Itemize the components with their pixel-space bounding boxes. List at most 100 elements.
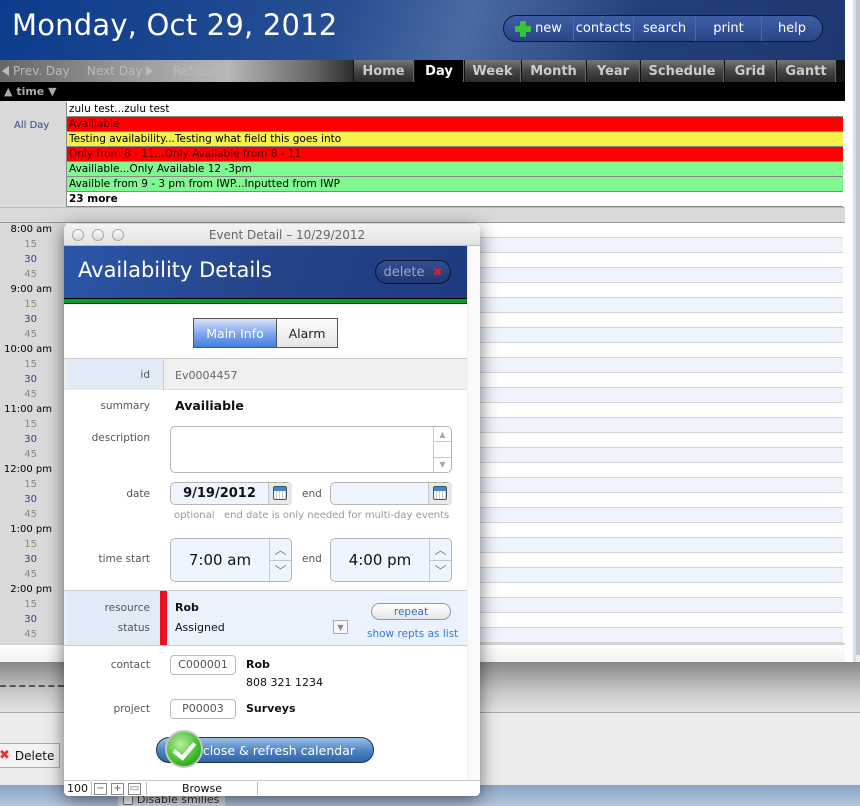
tab-grid[interactable]: Grid [724,60,776,82]
time-slot-label: 30 [24,614,37,625]
header-accent-bar [64,298,467,304]
chevron-up-icon[interactable]: ︿ [430,539,451,561]
end-date-picker-button[interactable] [428,483,452,504]
left-arrow-icon [2,66,9,76]
contact-name: Rob [246,658,270,671]
time-start-stepper[interactable]: ︿ ﹀ [269,539,291,581]
search-button[interactable]: search [634,16,696,41]
resource-label: resource [104,602,150,614]
time-slot-label: 45 [24,329,37,340]
sort-down-icon[interactable]: ▼ [48,85,56,98]
allday-event[interactable]: Availiable [66,117,843,132]
page-title: Monday, Oct 29, 2012 [12,8,338,42]
show-repts-link[interactable]: show repts as list [367,628,458,640]
time-slot-label: 2:00 pm [10,584,52,595]
time-slot-label: 45 [24,629,37,640]
dialog-titlebar[interactable]: Event Detail – 10/29/2012 [64,224,480,246]
project-id-field[interactable]: P00003 [170,699,236,719]
help-button[interactable]: help [762,16,822,41]
time-end-stepper[interactable]: ︿ ﹀ [429,539,451,581]
end-date-hint: end date is only needed for multi-day ev… [224,510,450,521]
time-start-field[interactable]: 7:00 am ︿ ﹀ [170,538,292,582]
time-slot-label: 9:00 am [10,284,52,295]
time-slot-label: 30 [24,314,37,325]
time-slot-label: 15 [24,599,37,610]
next-day-button[interactable]: Next Day [87,64,154,78]
contact-id-field[interactable]: C000001 [170,655,236,675]
resource-row: resource status Rob Assigned ▼ repeat sh… [64,590,467,646]
zoom-in-icon[interactable]: + [111,782,124,795]
time-start-label: time start [98,553,150,565]
allday-column [0,101,66,207]
contact-phone: 808 321 1234 [246,676,323,689]
background-divider [0,685,64,687]
description-field[interactable]: ▲ ▼ [170,426,452,473]
allday-event[interactable]: Testing availability...Testing what fiel… [66,132,843,147]
resource-value[interactable]: Rob [175,601,199,614]
next-day-label: Next Day [87,64,143,78]
summary-value[interactable]: Availiable [175,398,244,413]
new-button[interactable]: new [504,16,574,41]
tab-main-info[interactable]: Main Info [194,319,277,347]
contacts-button[interactable]: contacts [574,16,634,41]
time-slot-label: 15 [24,539,37,550]
delete-event-button[interactable]: delete ✖ [375,260,451,284]
checkmark-icon [165,730,203,768]
allday-event[interactable]: Availble from 9 - 3 pm from IWP...Inputt… [66,177,843,192]
toggle-toolbar-icon[interactable]: ▭ [128,782,141,795]
scroll-down-icon[interactable]: ▼ [434,458,451,472]
time-slot-label: 12:00 pm [3,464,52,475]
tab-year[interactable]: Year [586,60,640,82]
allday-label: All Day [14,120,50,131]
sort-up-icon[interactable]: ▲ [4,85,12,98]
tab-alarm[interactable]: Alarm [277,319,337,347]
end-date-label: end [302,488,322,500]
id-row: id Ev0004457 [64,358,467,390]
tab-day[interactable]: Day [414,60,464,82]
prev-day-button[interactable]: Prev. Day [2,64,70,78]
time-column: 8:00 am 15 30 45 9:00 am 15 30 45 10:00 am 15 30 45… [0,223,66,643]
date-picker-button[interactable] [268,483,292,504]
zoom-out-icon[interactable]: − [94,782,107,795]
zoom-level[interactable]: 100 [64,782,92,795]
time-slot-label: 45 [24,449,37,460]
tab-week[interactable]: Week [464,60,521,82]
time-slot-label: 30 [24,374,37,385]
time-slot-label: 1:00 pm [10,524,52,535]
calendar-header: Monday, Oct 29, 2012 new contacts search… [0,0,845,60]
time-slot-label: 15 [24,239,37,250]
date-label: date [126,488,150,500]
status-dropdown-button[interactable]: ▼ [333,620,348,634]
tab-home[interactable]: Home [353,60,414,82]
mode-indicator[interactable]: Browse [146,782,258,795]
background-delete-button[interactable]: ✖ Delete [0,743,60,768]
tab-gantt[interactable]: Gantt [776,60,836,82]
time-slot-label: 15 [24,479,37,490]
print-button[interactable]: print [696,16,762,41]
chevron-down-icon[interactable]: ﹀ [270,561,291,582]
start-date-field[interactable]: 9/19/2012 [170,482,292,505]
tab-schedule[interactable]: Schedule [640,60,724,82]
allday-event[interactable]: Only from 8 - 11...Only Available from 8… [66,147,843,162]
refresh-button[interactable]: Refresh [173,64,218,78]
delete-x-icon: ✖ [0,748,10,763]
allday-event[interactable]: zulu test...zulu test [66,102,843,117]
chevron-up-icon[interactable]: ︿ [270,539,291,561]
status-value[interactable]: Assigned [175,621,225,634]
dialog-statusbar: 100 − + ▭ Browse [64,780,480,796]
description-scrollbar[interactable]: ▲ ▼ [433,427,451,472]
allday-event[interactable]: Availiable...Only Available 12 -3pm [66,162,843,177]
dialog-window-title: Event Detail – 10/29/2012 [208,228,366,242]
event-detail-dialog: Event Detail – 10/29/2012 Availability D… [64,224,480,796]
new-label: new [535,21,562,36]
allday-separator [0,207,845,223]
more-events-link[interactable]: 23 more [66,192,843,207]
tab-month[interactable]: Month [521,60,586,82]
time-end-field[interactable]: 4:00 pm ︿ ﹀ [330,538,452,582]
repeat-button[interactable]: repeat [371,603,451,620]
description-label: description [91,432,150,444]
chevron-down-icon[interactable]: ﹀ [430,561,451,582]
end-date-field[interactable] [330,482,452,505]
time-sort-bar[interactable]: ▲ time ▼ [0,82,845,101]
scroll-up-icon[interactable]: ▲ [434,427,451,443]
